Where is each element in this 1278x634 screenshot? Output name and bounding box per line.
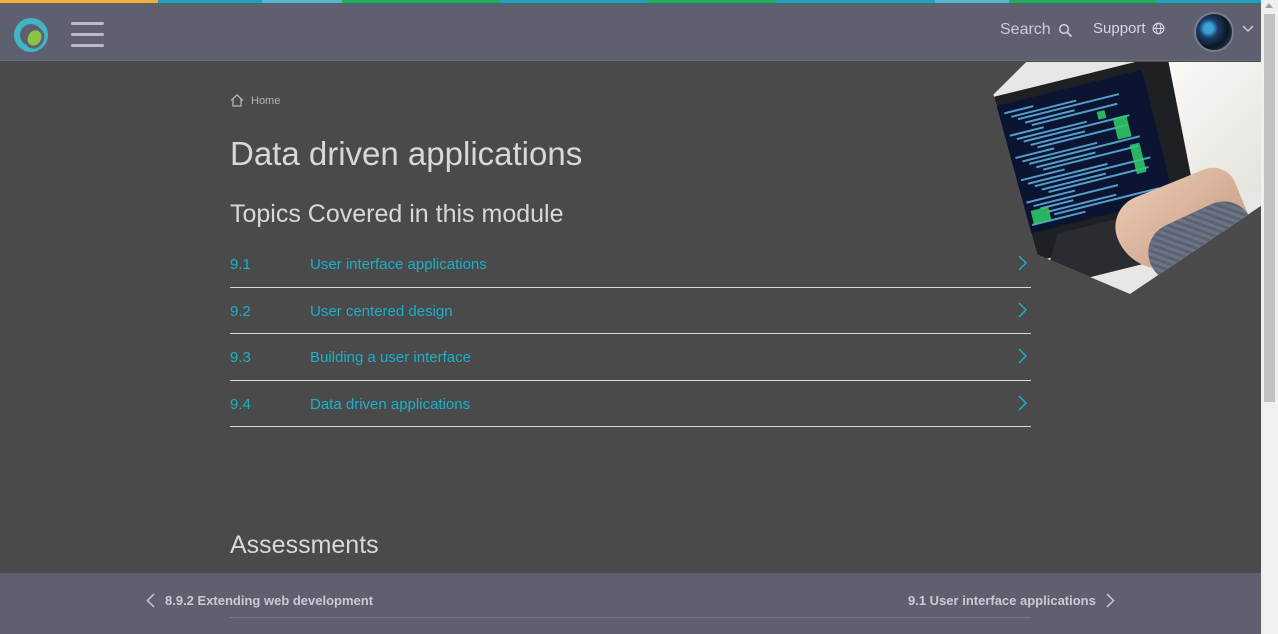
next-page-label: 9.1 User interface applications [908,593,1096,608]
topic-item[interactable]: 9.3 Building a user interface [230,334,1031,381]
user-avatar[interactable] [1194,12,1234,52]
globe-icon [1152,22,1164,35]
topic-number: 9.4 [230,395,251,413]
page-title: Data driven applications [230,135,583,172]
topic-item[interactable]: 9.1 User interface applications [230,241,1031,288]
chevron-down-icon[interactable] [1242,25,1254,33]
search-label: Search [1000,21,1051,38]
hamburger-menu-icon[interactable] [71,22,104,48]
next-page-button[interactable]: 9.1 User interface applications [908,593,1115,608]
chevron-right-icon [1018,255,1027,271]
topics-list: 9.1 User interface applications 9.2 User… [230,241,1031,427]
chevron-right-icon [1018,394,1027,411]
topic-number: 9.1 [230,256,251,273]
topic-item[interactable]: 9.4 Data driven applications [230,381,1031,427]
assessments-title: Assessments [230,531,379,559]
topic-label[interactable]: Building a user interface [310,349,471,366]
previous-page-label: 8.9.2 Extending web development [165,593,374,608]
topic-item[interactable]: 9.2 User centered design [230,288,1031,334]
topic-label[interactable]: User centered design [310,303,453,320]
search-button[interactable]: Search [1000,21,1073,39]
topics-section-title: Topics Covered in this module [230,200,564,228]
scrollbar-thumb[interactable] [1264,14,1275,402]
support-label: Support [1093,20,1146,37]
ring-logo-icon[interactable] [14,18,48,52]
breadcrumb-home-link[interactable]: Home [251,95,280,107]
divider [230,617,1031,618]
chevron-left-icon [146,593,155,608]
chevron-right-icon [1018,348,1027,364]
topic-label[interactable]: User interface applications [310,256,487,273]
scroll-up-arrow-icon[interactable] [1265,3,1273,8]
support-button[interactable]: Support [1093,20,1165,37]
top-header: Search Support [0,3,1261,61]
search-icon [1058,23,1072,37]
chevron-right-icon [1018,301,1027,318]
topic-number: 9.2 [230,302,251,320]
topic-number: 9.3 [230,349,251,366]
bottom-navigation: 8.9.2 Extending web development 9.1 User… [0,573,1261,634]
previous-page-button[interactable]: 8.9.2 Extending web development [146,593,373,608]
chevron-right-icon [1106,593,1115,608]
page-scrollbar[interactable] [1261,0,1278,634]
home-icon[interactable] [230,94,244,107]
breadcrumb: Home [230,94,280,107]
topic-label[interactable]: Data driven applications [310,396,470,413]
